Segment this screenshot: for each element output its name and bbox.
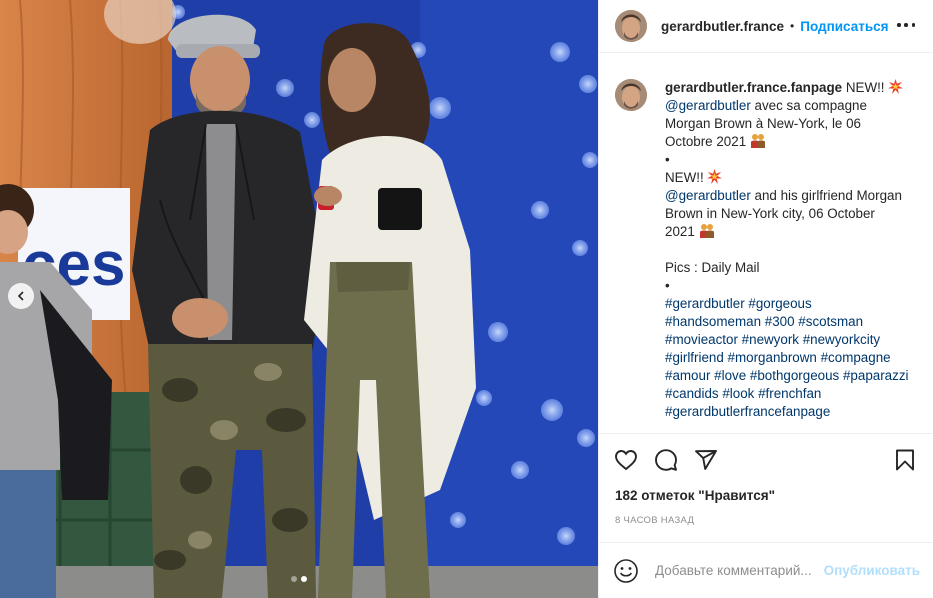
- smiley-icon: [614, 558, 638, 583]
- save-button[interactable]: [892, 447, 918, 473]
- caption-text: gerardbutler.france.fanpage NEW!! @gerar…: [665, 79, 925, 432]
- caption-author-avatar[interactable]: [615, 79, 647, 111]
- hashtag-link[interactable]: #gerardbutlerfrancefanpage: [665, 404, 830, 419]
- publish-button[interactable]: Опубликовать: [824, 563, 920, 578]
- post-caption: gerardbutler.france.fanpage NEW!! @gerar…: [599, 54, 933, 432]
- hashtag-link[interactable]: #gorgeous: [748, 296, 811, 311]
- caption-line: Morgan Brown à New-York, le 06: [665, 116, 861, 131]
- hashtag-link[interactable]: #gerardbutler: [665, 296, 745, 311]
- more-options-icon[interactable]: [897, 18, 915, 32]
- carousel-prev-button[interactable]: [8, 283, 34, 309]
- author-username[interactable]: gerardbutler.france: [661, 19, 784, 34]
- caption-line: Brown in New-York city, 06 October: [665, 206, 875, 221]
- hashtag-link[interactable]: #amour: [665, 368, 710, 383]
- share-icon: [695, 449, 717, 470]
- hashtag-link[interactable]: #frenchfan: [758, 386, 821, 401]
- emoji-button[interactable]: [613, 558, 639, 584]
- hashtag-link[interactable]: #handsomeman: [665, 314, 761, 329]
- caption-new: NEW!!: [665, 170, 704, 185]
- couple-emoji-icon: [699, 224, 714, 238]
- caption-line: avec sa compagne: [754, 98, 867, 113]
- mention-link[interactable]: @gerardbutler: [665, 188, 751, 203]
- hashtag-link[interactable]: #girlfriend: [665, 350, 724, 365]
- follow-button[interactable]: Подписаться: [800, 19, 888, 34]
- carousel-dot-active: [301, 576, 307, 582]
- comment-button[interactable]: [653, 447, 679, 473]
- caption-credits: Pics : Daily Mail: [665, 260, 760, 275]
- hashtag-link[interactable]: #love: [714, 368, 746, 383]
- caption-bullet: •: [665, 278, 670, 293]
- author-avatar[interactable]: [615, 10, 647, 42]
- caption-line: Octobre 2021: [665, 134, 747, 149]
- couple-emoji-icon: [750, 134, 765, 148]
- collision-emoji-icon: [888, 79, 904, 94]
- hashtag-link[interactable]: #newyork: [742, 332, 799, 347]
- hashtag-link[interactable]: #scotsman: [798, 314, 863, 329]
- hashtag-link[interactable]: #movieactor: [665, 332, 738, 347]
- avatar-image: [615, 79, 647, 111]
- collision-emoji-icon: [707, 169, 723, 184]
- hashtag-link[interactable]: #paparazzi: [843, 368, 909, 383]
- post-timestamp[interactable]: 8 ЧАСОВ НАЗАД: [615, 515, 694, 526]
- chevron-left-icon: [17, 291, 24, 301]
- hashtag-link[interactable]: #compagne: [821, 350, 891, 365]
- post-photo[interactable]: ces: [0, 0, 598, 598]
- caption-username[interactable]: gerardbutler.france.fanpage: [665, 80, 842, 95]
- post-side-panel: gerardbutler.france • Подписаться gerard…: [598, 0, 933, 598]
- comment-icon: [655, 448, 677, 471]
- avatar-image: [615, 10, 647, 42]
- header-separator: •: [790, 19, 795, 33]
- hashtag-link[interactable]: #look: [722, 386, 754, 401]
- caption-line: 2021: [665, 224, 695, 239]
- hashtag-link[interactable]: #morganbrown: [728, 350, 817, 365]
- comment-form: Опубликовать: [599, 542, 933, 598]
- like-button[interactable]: [613, 447, 639, 473]
- comment-input[interactable]: [655, 563, 823, 578]
- mention-link[interactable]: @gerardbutler: [665, 98, 751, 113]
- carousel-dot: [291, 576, 297, 582]
- caption-bullet: •: [665, 152, 670, 167]
- post-actions: [599, 433, 933, 485]
- hashtag-link[interactable]: #bothgorgeous: [750, 368, 839, 383]
- caption-new: NEW!!: [845, 80, 885, 95]
- share-button[interactable]: [693, 447, 719, 473]
- post-image: ces: [0, 0, 598, 598]
- heart-icon: [615, 449, 637, 470]
- carousel-indicator: [0, 576, 598, 582]
- likes-count[interactable]: 182 отметок "Нравится": [615, 488, 775, 503]
- hashtag-link[interactable]: #300: [765, 314, 795, 329]
- caption-line: and his girlfriend Morgan: [754, 188, 902, 203]
- bookmark-icon: [896, 449, 914, 470]
- hashtag-link[interactable]: #newyorkcity: [803, 332, 880, 347]
- hashtag-link[interactable]: #candids: [665, 386, 719, 401]
- post-header: gerardbutler.france • Подписаться: [599, 0, 933, 53]
